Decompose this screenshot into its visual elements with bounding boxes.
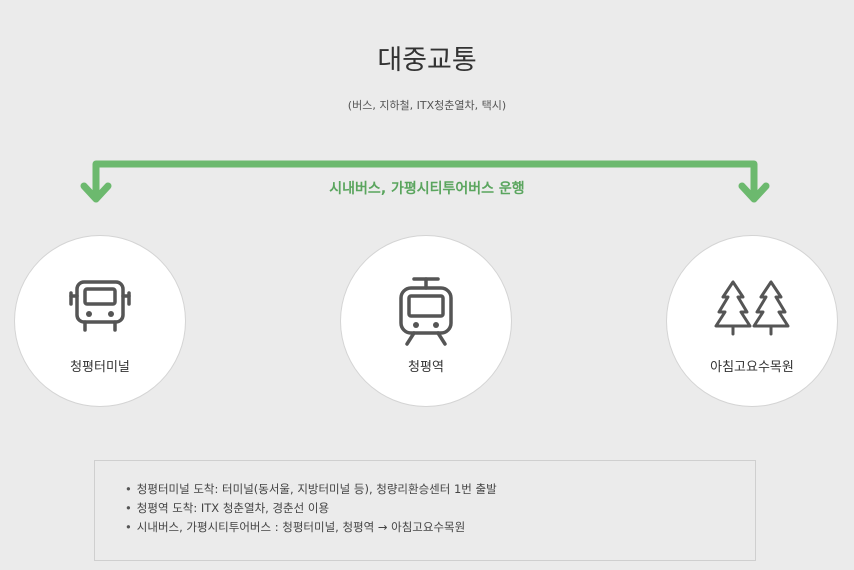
stop-morning-calm-arboretum: 아침고요수목원 bbox=[667, 236, 837, 406]
stop-label: 청평터미널 bbox=[70, 360, 130, 375]
stop-cheongpyeong-terminal: 청평터미널 bbox=[15, 236, 185, 406]
info-item: 청평터미널 도착: 터미널(동서울, 지방터미널 등), 청량리환승센터 1번 … bbox=[125, 480, 755, 499]
route-label: 시내버스, 가평시티투어버스 운행 bbox=[329, 181, 525, 197]
info-box: 청평터미널 도착: 터미널(동서울, 지방터미널 등), 청량리환승센터 1번 … bbox=[94, 460, 756, 561]
info-item: 시내버스, 가평시티투어버스 : 청평터미널, 청평역 → 아침고요수목원 bbox=[125, 518, 755, 537]
train-icon bbox=[399, 277, 453, 346]
stop-label: 아침고요수목원 bbox=[710, 360, 794, 375]
info-list: 청평터미널 도착: 터미널(동서울, 지방터미널 등), 청량리환승센터 1번 … bbox=[95, 461, 755, 537]
trees-icon bbox=[714, 280, 790, 336]
bus-icon bbox=[69, 280, 131, 332]
stop-cheongpyeong-station: 청평역 bbox=[341, 236, 511, 406]
stop-label: 청평역 bbox=[408, 360, 444, 375]
info-item: 청평역 도착: ITX 청춘열차, 경춘선 이용 bbox=[125, 499, 755, 518]
